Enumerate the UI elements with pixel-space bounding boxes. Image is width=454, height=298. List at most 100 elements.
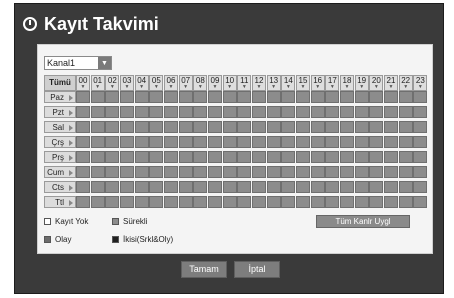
schedule-cell[interactable]: [222, 106, 237, 118]
schedule-cell[interactable]: [340, 121, 354, 133]
schedule-cell[interactable]: [369, 196, 384, 208]
schedule-cell[interactable]: [369, 181, 384, 193]
schedule-cell[interactable]: [90, 166, 105, 178]
schedule-cell[interactable]: [120, 121, 134, 133]
schedule-cell[interactable]: [164, 181, 178, 193]
schedule-cell[interactable]: [76, 166, 90, 178]
schedule-cell[interactable]: [413, 91, 428, 103]
schedule-cell[interactable]: [384, 196, 398, 208]
schedule-cell[interactable]: [76, 196, 90, 208]
schedule-cell[interactable]: [310, 151, 325, 163]
schedule-cell[interactable]: [134, 181, 149, 193]
schedule-cell[interactable]: [134, 151, 149, 163]
schedule-cell[interactable]: [76, 91, 90, 103]
schedule-cell[interactable]: [164, 136, 178, 148]
schedule-cell[interactable]: [237, 196, 252, 208]
hour-header-05[interactable]: 05 ▼: [149, 75, 164, 91]
schedule-cell[interactable]: [149, 106, 164, 118]
schedule-cell[interactable]: [384, 166, 398, 178]
apply-all-channels-button[interactable]: Tüm Kanlr Uygl: [316, 215, 410, 228]
schedule-cell[interactable]: [296, 121, 310, 133]
schedule-cell[interactable]: [76, 106, 90, 118]
schedule-cell[interactable]: [149, 196, 164, 208]
schedule-cell[interactable]: [398, 121, 413, 133]
schedule-cell[interactable]: [105, 166, 120, 178]
schedule-cell[interactable]: [413, 136, 428, 148]
schedule-cell[interactable]: [90, 136, 105, 148]
schedule-cell[interactable]: [90, 181, 105, 193]
schedule-cell[interactable]: [222, 196, 237, 208]
schedule-cell[interactable]: [354, 106, 369, 118]
schedule-cell[interactable]: [266, 106, 281, 118]
schedule-cell[interactable]: [193, 196, 208, 208]
schedule-cell[interactable]: [222, 181, 237, 193]
schedule-cell[interactable]: [134, 166, 149, 178]
schedule-cell[interactable]: [296, 151, 310, 163]
schedule-cell[interactable]: [413, 181, 428, 193]
schedule-cell[interactable]: [398, 196, 413, 208]
schedule-cell[interactable]: [252, 151, 266, 163]
schedule-cell[interactable]: [310, 91, 325, 103]
hour-header-11[interactable]: 11 ▼: [237, 75, 252, 91]
hour-header-23[interactable]: 23 ▼: [413, 75, 428, 91]
day-row-label[interactable]: Ttl: [44, 196, 76, 208]
hour-header-19[interactable]: 19 ▼: [354, 75, 369, 91]
schedule-cell[interactable]: [208, 151, 222, 163]
schedule-cell[interactable]: [266, 166, 281, 178]
schedule-cell[interactable]: [222, 166, 237, 178]
schedule-cell[interactable]: [398, 151, 413, 163]
schedule-cell[interactable]: [76, 151, 90, 163]
schedule-cell[interactable]: [354, 181, 369, 193]
schedule-cell[interactable]: [354, 166, 369, 178]
schedule-cell[interactable]: [237, 121, 252, 133]
schedule-cell[interactable]: [369, 136, 384, 148]
schedule-cell[interactable]: [193, 151, 208, 163]
schedule-cell[interactable]: [105, 91, 120, 103]
schedule-cell[interactable]: [208, 196, 222, 208]
schedule-cell[interactable]: [325, 166, 340, 178]
schedule-cell[interactable]: [325, 91, 340, 103]
schedule-cell[interactable]: [164, 166, 178, 178]
schedule-cell[interactable]: [266, 91, 281, 103]
day-row-label[interactable]: Prş: [44, 151, 76, 163]
hour-header-09[interactable]: 09 ▼: [208, 75, 222, 91]
schedule-cell[interactable]: [134, 106, 149, 118]
schedule-cell[interactable]: [252, 136, 266, 148]
hour-header-22[interactable]: 22 ▼: [398, 75, 413, 91]
schedule-cell[interactable]: [208, 91, 222, 103]
hour-header-13[interactable]: 13 ▼: [266, 75, 281, 91]
schedule-cell[interactable]: [310, 196, 325, 208]
schedule-cell[interactable]: [413, 106, 428, 118]
schedule-cell[interactable]: [398, 91, 413, 103]
schedule-cell[interactable]: [193, 91, 208, 103]
schedule-cell[interactable]: [413, 151, 428, 163]
schedule-cell[interactable]: [134, 136, 149, 148]
schedule-cell[interactable]: [76, 136, 90, 148]
schedule-cell[interactable]: [208, 106, 222, 118]
schedule-cell[interactable]: [384, 91, 398, 103]
schedule-cell[interactable]: [266, 136, 281, 148]
schedule-cell[interactable]: [325, 106, 340, 118]
schedule-cell[interactable]: [310, 181, 325, 193]
schedule-cell[interactable]: [281, 91, 296, 103]
schedule-cell[interactable]: [178, 151, 193, 163]
schedule-cell[interactable]: [340, 151, 354, 163]
schedule-cell[interactable]: [105, 151, 120, 163]
schedule-cell[interactable]: [384, 181, 398, 193]
schedule-cell[interactable]: [76, 181, 90, 193]
hour-header-17[interactable]: 17 ▼: [325, 75, 340, 91]
schedule-cell[interactable]: [266, 151, 281, 163]
schedule-cell[interactable]: [237, 166, 252, 178]
hour-header-16[interactable]: 16 ▼: [310, 75, 325, 91]
schedule-cell[interactable]: [120, 166, 134, 178]
schedule-cell[interactable]: [266, 196, 281, 208]
schedule-cell[interactable]: [325, 136, 340, 148]
schedule-cell[interactable]: [237, 181, 252, 193]
schedule-cell[interactable]: [134, 121, 149, 133]
hour-header-06[interactable]: 06 ▼: [164, 75, 178, 91]
schedule-cell[interactable]: [310, 121, 325, 133]
schedule-cell[interactable]: [90, 106, 105, 118]
schedule-cell[interactable]: [325, 181, 340, 193]
day-row-label[interactable]: Sal: [44, 121, 76, 133]
schedule-cell[interactable]: [281, 181, 296, 193]
